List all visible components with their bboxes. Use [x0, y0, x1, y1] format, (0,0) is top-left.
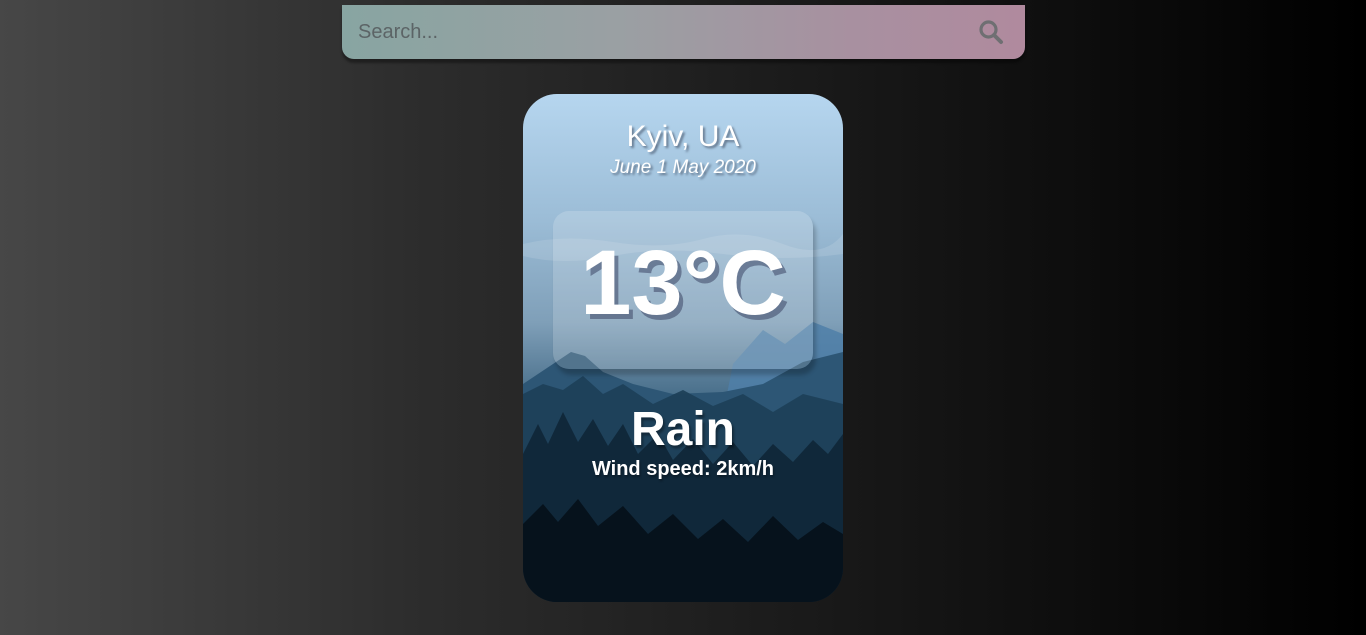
search-icon[interactable]	[978, 19, 1004, 45]
date-label: June 1 May 2020	[610, 157, 756, 178]
location-label: Kyiv, UA	[626, 120, 740, 153]
wind-speed: Wind speed: 2km/h	[591, 458, 775, 480]
temperature-box: 13°C	[553, 211, 813, 369]
search-input[interactable]	[342, 5, 962, 59]
weather-condition: Rain	[630, 403, 735, 456]
weather-card: Kyiv, UA June 1 May 2020 13°C Rain Wind …	[523, 94, 843, 602]
search-bar	[342, 5, 1025, 59]
temperature-value: 13°C	[580, 232, 786, 334]
